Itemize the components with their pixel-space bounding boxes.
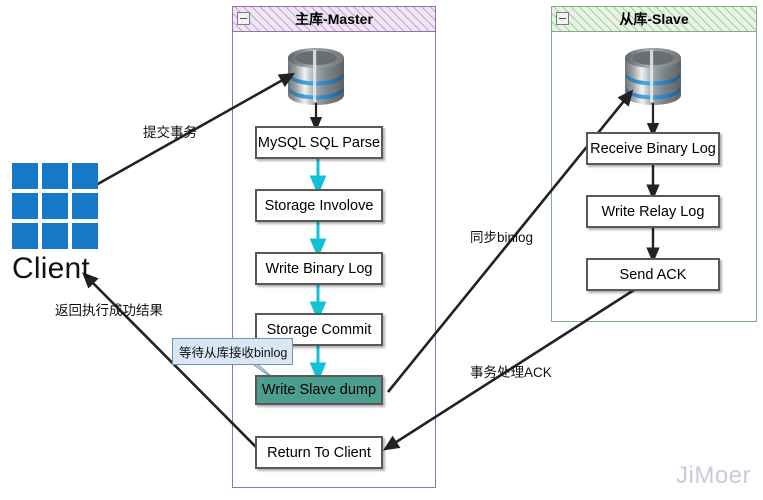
client-tile: [72, 193, 98, 219]
watermark: JiMoer: [676, 462, 752, 489]
process-box-label: Storage Commit: [266, 321, 372, 338]
callout-wait-slave-binlog: 等待从库接收binlog: [172, 338, 294, 365]
process-box-mysql-sql-parse[interactable]: MySQL SQL Parse: [255, 126, 383, 159]
client-tile: [12, 223, 38, 249]
process-box-label: Storage Involove: [264, 197, 374, 214]
client-tile: [42, 223, 68, 249]
process-box-label: MySQL SQL Parse: [257, 134, 381, 151]
container-slave-header[interactable]: 从库-Slave: [551, 6, 757, 32]
client-tile: [72, 223, 98, 249]
collapse-icon-master[interactable]: [237, 12, 250, 25]
client-tile: [12, 163, 38, 189]
container-master-header[interactable]: 主库-Master: [232, 6, 436, 32]
container-master[interactable]: [232, 6, 436, 488]
process-box-label: Write Relay Log: [601, 203, 705, 220]
process-box-send-ack[interactable]: Send ACK: [586, 258, 720, 291]
process-box-receive-binary-log[interactable]: Receive Binary Log: [586, 132, 720, 165]
client-tile: [72, 163, 98, 189]
process-box-label: Write Slave dump: [261, 382, 377, 398]
process-box-write-binary-log[interactable]: Write Binary Log: [255, 252, 383, 285]
process-box-write-slave-dump[interactable]: Write Slave dump: [255, 375, 383, 405]
process-box-label: Write Binary Log: [265, 260, 373, 277]
collapse-icon-slave[interactable]: [556, 12, 569, 25]
process-box-label: Send ACK: [619, 266, 687, 283]
process-box-return-to-client[interactable]: Return To Client: [255, 436, 383, 469]
process-box-storage-involove[interactable]: Storage Involove: [255, 189, 383, 222]
client-tile: [42, 193, 68, 219]
client-grid-icon[interactable]: [12, 163, 98, 249]
callout-text: 等待从库接收binlog: [179, 346, 288, 360]
process-box-label: Receive Binary Log: [590, 140, 716, 157]
client-tile: [42, 163, 68, 189]
edge-label-return-success: 返回执行成功结果: [55, 303, 163, 318]
client-label: Client: [12, 252, 90, 285]
container-slave-title: 从库-Slave: [619, 11, 689, 27]
edge-label-sync-binlog: 同步binlog: [470, 230, 534, 245]
client-tile: [12, 193, 38, 219]
process-box-write-relay-log[interactable]: Write Relay Log: [586, 195, 720, 228]
process-box-label: Return To Client: [267, 444, 371, 461]
container-master-title: 主库-Master: [295, 11, 373, 27]
edge-label-transaction-ack: 事务处理ACK: [470, 365, 552, 380]
diagram-canvas: 主库-Master 从库-Slave Client MySQL SQL Pars…: [0, 0, 763, 500]
edge-label-submit-transaction: 提交事务: [143, 125, 197, 140]
